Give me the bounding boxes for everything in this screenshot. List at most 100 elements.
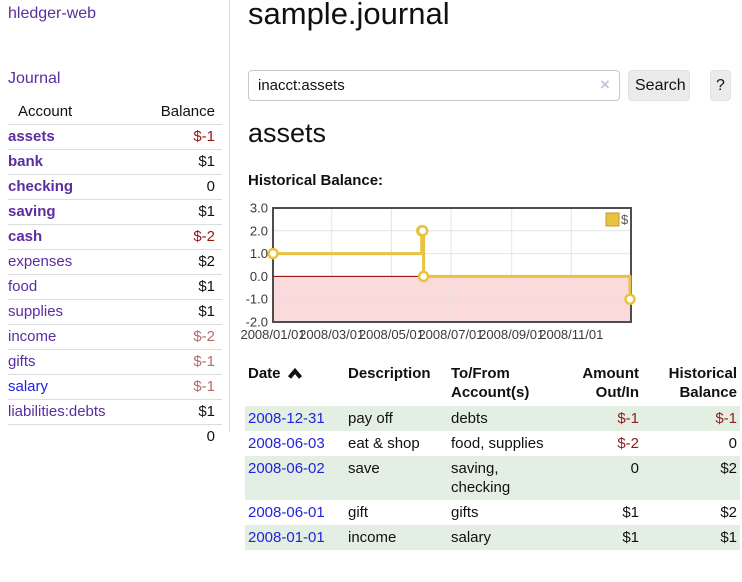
x-tick-label: 2008/03/01 (299, 327, 364, 342)
sort-ascending-icon (288, 368, 302, 379)
clear-search-icon[interactable]: × (596, 76, 614, 94)
account-link-assets[interactable]: assets (8, 128, 55, 145)
transaction-amount: 0 (562, 456, 642, 500)
accounts-header-row: Account Balance (8, 100, 222, 125)
transaction-description: save (345, 456, 448, 500)
account-balance: $2 (139, 250, 222, 275)
accounts-total-row: 0 (8, 425, 222, 450)
account-balance: $1 (139, 200, 222, 225)
account-link-bank[interactable]: bank (8, 153, 43, 170)
col-header-tofrom-accounts: To/From Account(s) (448, 362, 562, 406)
data-point-marker (419, 272, 428, 281)
y-tick-label: 2.0 (250, 223, 268, 238)
search-input[interactable] (248, 70, 620, 101)
accounts-total-value: 0 (139, 425, 222, 450)
transactions-header-row: Date Description To/From Account(s) Amou… (245, 362, 740, 406)
account-link-saving[interactable]: saving (8, 203, 56, 220)
accounts-header-account: Account (8, 100, 139, 125)
account-heading: assets (248, 118, 326, 149)
account-row-salary: salary $-1 (8, 375, 222, 400)
transaction-date-link[interactable]: 2008-06-03 (248, 435, 325, 452)
transaction-row: 2008-06-02 save saving, checking 0 $2 (245, 456, 740, 500)
y-tick-label: 0.0 (250, 269, 268, 284)
transaction-accounts: debts (448, 406, 562, 431)
transaction-row: 2008-06-03 eat & shop food, supplies $-2… (245, 431, 740, 456)
transaction-balance: $-1 (642, 406, 740, 431)
transaction-amount: $-1 (562, 406, 642, 431)
account-balance: $-2 (139, 325, 222, 350)
account-balance: $-1 (139, 350, 222, 375)
account-balance: $1 (139, 150, 222, 175)
account-balance: $1 (139, 275, 222, 300)
account-link-salary[interactable]: salary (8, 378, 48, 395)
col-header-amount-outin: Amount Out/In (562, 362, 642, 406)
transaction-accounts: gifts (448, 500, 562, 525)
legend-label: $ (621, 212, 629, 227)
account-balance: 0 (139, 175, 222, 200)
account-row-liabilities-debts: liabilities:debts $1 (8, 400, 222, 425)
transaction-date-link[interactable]: 2008-12-31 (248, 410, 325, 427)
account-row-supplies: supplies $1 (8, 300, 222, 325)
x-tick-label: 2008/09/01 (479, 327, 544, 342)
account-link-food[interactable]: food (8, 278, 37, 295)
account-row-food: food $1 (8, 275, 222, 300)
transaction-row: 2008-06-01 gift gifts $1 $2 (245, 500, 740, 525)
help-button[interactable]: ? (710, 70, 731, 101)
chart-title: Historical Balance: (248, 172, 383, 189)
account-balance: $1 (139, 400, 222, 425)
col-header-historical-balance: Historical Balance (642, 362, 740, 406)
transaction-date-link[interactable]: 2008-06-01 (248, 504, 325, 521)
col-header-description: Description (345, 362, 448, 406)
col-header-date[interactable]: Date (245, 362, 345, 406)
sidebar: hledger-web Journal Account Balance asse… (0, 0, 230, 432)
transaction-accounts: saving, checking (448, 456, 562, 500)
transaction-amount: $1 (562, 500, 642, 525)
accounts-table: Account Balance assets $-1 bank $1 check… (8, 100, 222, 449)
transaction-description: pay off (345, 406, 448, 431)
account-link-gifts[interactable]: gifts (8, 353, 36, 370)
transaction-row: 2008-01-01 income salary $1 $1 (245, 525, 740, 550)
account-link-expenses[interactable]: expenses (8, 253, 72, 270)
account-row-assets: assets $-1 (8, 125, 222, 150)
transaction-row: 2008-12-31 pay off debts $-1 $-1 (245, 406, 740, 431)
account-row-expenses: expenses $2 (8, 250, 222, 275)
account-row-saving: saving $1 (8, 200, 222, 225)
account-link-cash[interactable]: cash (8, 228, 42, 245)
x-tick-label: 2008/05/01 (359, 327, 424, 342)
account-row-checking: checking 0 (8, 175, 222, 200)
transaction-amount: $1 (562, 525, 642, 550)
account-row-cash: cash $-2 (8, 225, 222, 250)
transaction-date-link[interactable]: 2008-01-01 (248, 529, 325, 546)
transactions-table: Date Description To/From Account(s) Amou… (245, 362, 740, 550)
transaction-accounts: food, supplies (448, 431, 562, 456)
y-tick-label: 3.0 (250, 201, 268, 216)
transaction-description: gift (345, 500, 448, 525)
y-tick-label: 1.0 (250, 246, 268, 261)
transaction-description: eat & shop (345, 431, 448, 456)
account-link-income[interactable]: income (8, 328, 56, 345)
search-button[interactable]: Search (628, 70, 690, 101)
account-balance: $-2 (139, 225, 222, 250)
account-link-liabilities-debts[interactable]: liabilities:debts (8, 403, 106, 420)
data-point-marker (626, 295, 635, 304)
transaction-accounts: salary (448, 525, 562, 550)
x-tick-label: 2008/01/01 (240, 327, 305, 342)
transaction-date-link[interactable]: 2008-06-02 (248, 460, 325, 477)
account-balance: $-1 (139, 375, 222, 400)
nav-journal-link[interactable]: Journal (8, 70, 60, 88)
chart-canvas: $3.02.01.00.0-1.0-2.02008/01/012008/03/0… (246, 205, 742, 350)
transaction-balance: $2 (642, 456, 740, 500)
main-content: sample.journal × Search ? assets Histori… (246, 0, 742, 582)
account-row-gifts: gifts $-1 (8, 350, 222, 375)
legend-swatch (606, 213, 619, 226)
x-tick-label: 2008/11/01 (539, 327, 603, 342)
account-link-checking[interactable]: checking (8, 178, 73, 195)
account-row-bank: bank $1 (8, 150, 222, 175)
app-brand-link[interactable]: hledger-web (8, 5, 96, 23)
account-row-income: income $-2 (8, 325, 222, 350)
search-form: × Search ? (248, 70, 740, 101)
account-balance: $-1 (139, 125, 222, 150)
transaction-balance: $1 (642, 525, 740, 550)
account-link-supplies[interactable]: supplies (8, 303, 63, 320)
x-tick-label: 2008/07/01 (418, 327, 483, 342)
